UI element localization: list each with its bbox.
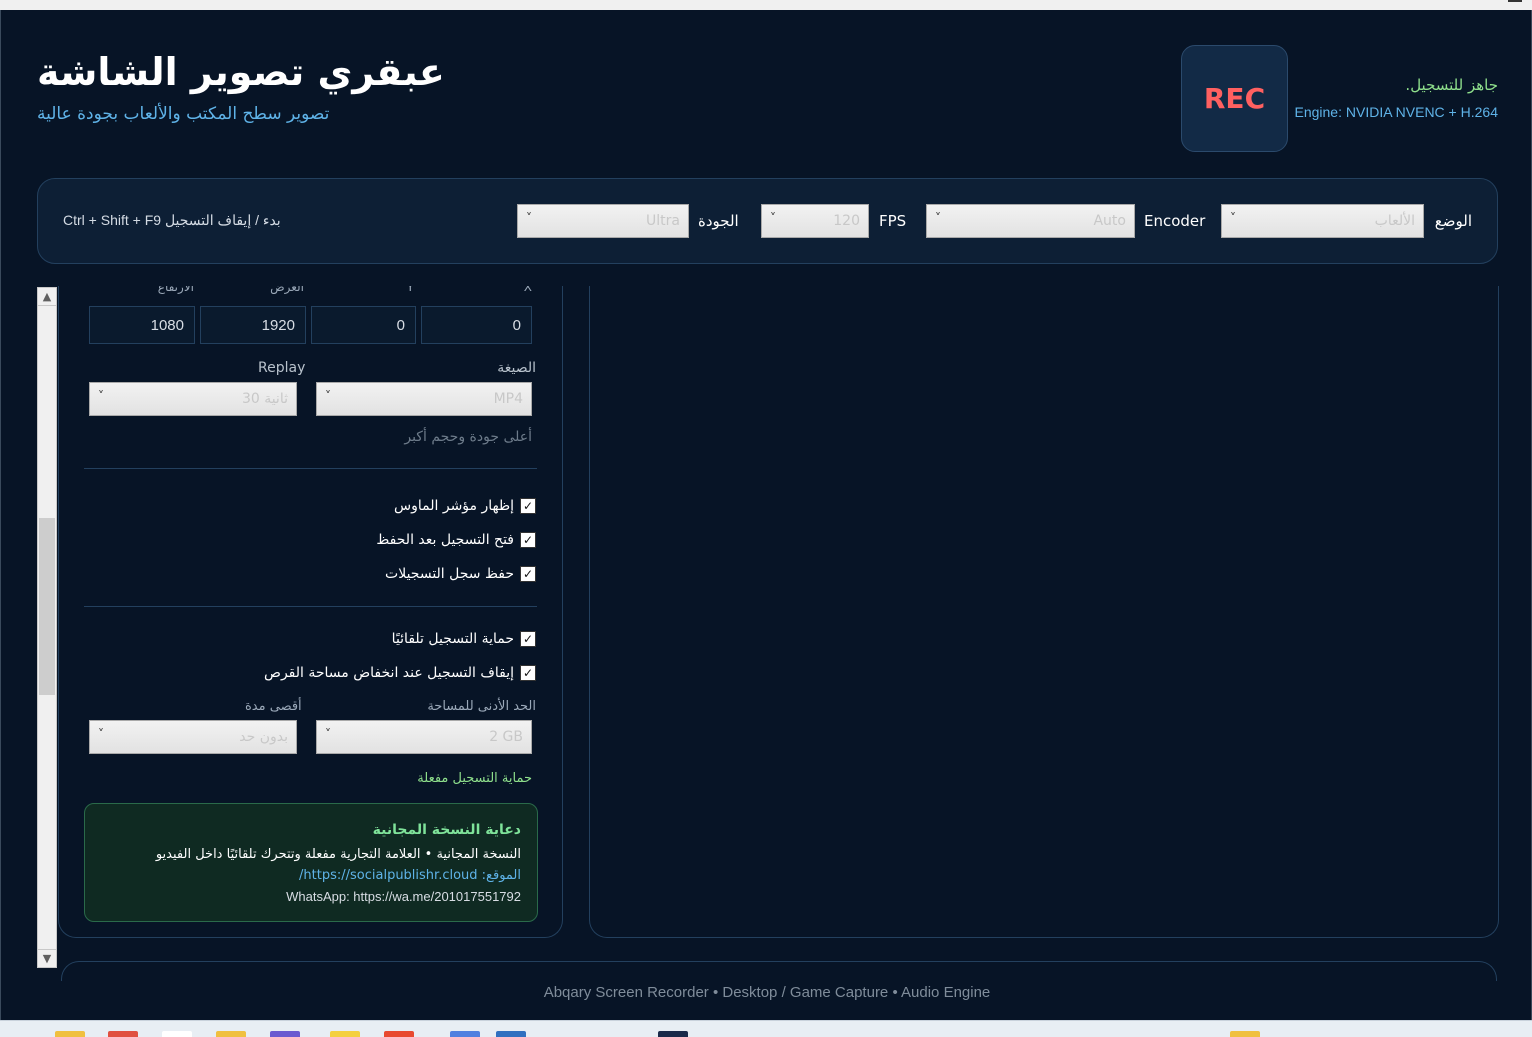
promo-whatsapp-link[interactable]: WhatsApp: https://wa.me/201017551792 <box>286 889 521 904</box>
replay-value: 30 ثانية <box>241 391 288 407</box>
minimize-mark-icon[interactable] <box>1508 0 1522 2</box>
show-cursor-option[interactable]: ✓ إظهار مؤشر الماوس <box>394 496 536 516</box>
settings-panel: X Y العرض الارتفاع 0 0 1920 1080 الصيغة … <box>58 286 563 938</box>
y-label: Y <box>406 286 414 294</box>
stop-low-disk-option[interactable]: ✓ إيقاف التسجيل عند انخفاض مساحة القرص <box>264 663 536 683</box>
promo-site-link[interactable]: الموقع: https://socialpublishr.cloud/ <box>299 868 521 883</box>
format-hint: أعلى جودة وحجم أكبر <box>404 429 532 445</box>
window-top-strip <box>0 0 1532 10</box>
format-select[interactable]: MP4 ˅ <box>316 382 532 416</box>
save-log-label: حفظ سجل التسجيلات <box>385 566 514 582</box>
chevron-down-icon: ˅ <box>935 211 941 225</box>
max-duration-value: بدون حد <box>239 729 288 745</box>
checkbox-checked-icon[interactable]: ✓ <box>520 566 536 582</box>
chevron-down-icon: ˅ <box>325 727 331 741</box>
max-duration-select[interactable]: بدون حد ˅ <box>89 720 297 754</box>
mode-select[interactable]: الألعاب ˅ <box>1221 204 1424 238</box>
rec-label: REC <box>1203 82 1266 115</box>
status-ready: جاهز للتسجيل. <box>1405 76 1498 94</box>
quality-value: Ultra <box>646 213 680 229</box>
taskbar-app-icon[interactable] <box>216 1031 246 1037</box>
min-space-select[interactable]: 2 GB ˅ <box>316 720 532 754</box>
format-label: الصيغة <box>497 360 536 376</box>
promo-title: دعاية النسخة المجانية <box>372 822 521 838</box>
taskbar-app-icon[interactable] <box>658 1031 688 1037</box>
mode-label: الوضع <box>1434 212 1472 230</box>
taskbar-app-icon[interactable] <box>384 1031 414 1037</box>
free-version-promo: دعاية النسخة المجانية النسخة المجانية • … <box>84 803 538 922</box>
quality-label: الجودة <box>698 212 739 230</box>
replay-select[interactable]: 30 ثانية ˅ <box>89 382 297 416</box>
bottom-panel <box>61 961 1497 981</box>
min-space-label: الحد الأدنى للمساحة <box>427 699 536 714</box>
taskbar-app-icon[interactable] <box>450 1031 480 1037</box>
taskbar-app-icon[interactable] <box>55 1031 85 1037</box>
mode-value: الألعاب <box>1374 213 1415 229</box>
chevron-down-icon: ˅ <box>98 389 104 403</box>
preview-panel <box>589 286 1499 938</box>
show-cursor-label: إظهار مؤشر الماوس <box>394 498 514 514</box>
taskbar-app-icon[interactable] <box>1230 1031 1260 1037</box>
footer-text: Abqary Screen Recorder • Desktop / Game … <box>543 984 991 1001</box>
scroll-down-icon[interactable]: ▼ <box>38 949 56 967</box>
chevron-down-icon: ˅ <box>98 727 104 741</box>
max-duration-label: أقصى مدة <box>245 699 302 714</box>
checkbox-checked-icon[interactable]: ✓ <box>520 532 536 548</box>
height-field[interactable]: 1080 <box>89 306 195 344</box>
taskbar-app-icon[interactable] <box>108 1031 138 1037</box>
stop-low-disk-label: إيقاف التسجيل عند انخفاض مساحة القرص <box>264 665 514 681</box>
height-label: الارتفاع <box>157 286 194 294</box>
auto-protect-label: حماية التسجيل تلقائيًا <box>391 631 514 647</box>
checkbox-checked-icon[interactable]: ✓ <box>520 498 536 514</box>
taskbar-app-icon[interactable] <box>496 1031 526 1037</box>
left-panel-scrollbar[interactable]: ▲ ▼ <box>37 287 57 968</box>
divider <box>84 606 537 607</box>
chevron-down-icon: ˅ <box>325 389 331 403</box>
chevron-down-icon: ˅ <box>526 211 532 225</box>
chevron-down-icon: ˅ <box>1230 211 1236 225</box>
taskbar-app-icon[interactable] <box>330 1031 360 1037</box>
scroll-thumb[interactable] <box>39 518 55 695</box>
divider <box>84 468 537 469</box>
x-label: X <box>523 286 532 294</box>
width-field[interactable]: 1920 <box>200 306 306 344</box>
protection-status: حماية التسجيل مفعلة <box>417 771 532 786</box>
app-title: عبقري تصوير الشاشة <box>37 50 445 94</box>
auto-protect-option[interactable]: ✓ حماية التسجيل تلقائيًا <box>392 629 536 649</box>
status-engine: Engine: NVIDIA NVENC + H.264 <box>1294 104 1499 120</box>
format-value: MP4 <box>493 391 523 407</box>
scroll-up-icon[interactable]: ▲ <box>38 288 56 306</box>
fps-value: 120 <box>833 213 860 229</box>
width-label: العرض <box>270 286 304 294</box>
y-field[interactable]: 0 <box>311 306 416 344</box>
fps-select[interactable]: 120 ˅ <box>761 204 869 238</box>
x-field[interactable]: 0 <box>421 306 532 344</box>
promo-line: النسخة المجانية • العلامة التجارية مفعلة… <box>155 847 521 862</box>
open-after-save-option[interactable]: ✓ فتح التسجيل بعد الحفظ <box>376 530 536 550</box>
rec-button[interactable]: REC <box>1181 45 1288 152</box>
save-log-option[interactable]: ✓ حفظ سجل التسجيلات <box>385 564 536 584</box>
settings-toolbar: الوضع الألعاب ˅ Encoder Auto ˅ FPS 120 ˅… <box>37 178 1498 264</box>
checkbox-checked-icon[interactable]: ✓ <box>520 631 536 647</box>
quality-select[interactable]: Ultra ˅ <box>517 204 689 238</box>
app-subtitle: تصوير سطح المكتب والألعاب بجودة عالية <box>37 104 330 124</box>
taskbar <box>0 1020 1532 1037</box>
hotkey-hint: Ctrl + Shift + F9 بدء / إيقاف التسجيل <box>63 212 281 228</box>
encoder-select[interactable]: Auto ˅ <box>926 204 1135 238</box>
app-window: عبقري تصوير الشاشة تصوير سطح المكتب والأ… <box>0 10 1532 1020</box>
encoder-value: Auto <box>1093 213 1126 229</box>
replay-label: Replay <box>258 360 306 376</box>
checkbox-checked-icon[interactable]: ✓ <box>520 665 536 681</box>
encoder-label: Encoder <box>1144 212 1206 230</box>
min-space-value: 2 GB <box>489 729 523 745</box>
open-after-save-label: فتح التسجيل بعد الحفظ <box>376 532 514 548</box>
chevron-down-icon: ˅ <box>770 211 776 225</box>
taskbar-app-icon[interactable] <box>270 1031 300 1037</box>
taskbar-app-icon[interactable] <box>162 1031 192 1037</box>
fps-label: FPS <box>879 212 907 230</box>
